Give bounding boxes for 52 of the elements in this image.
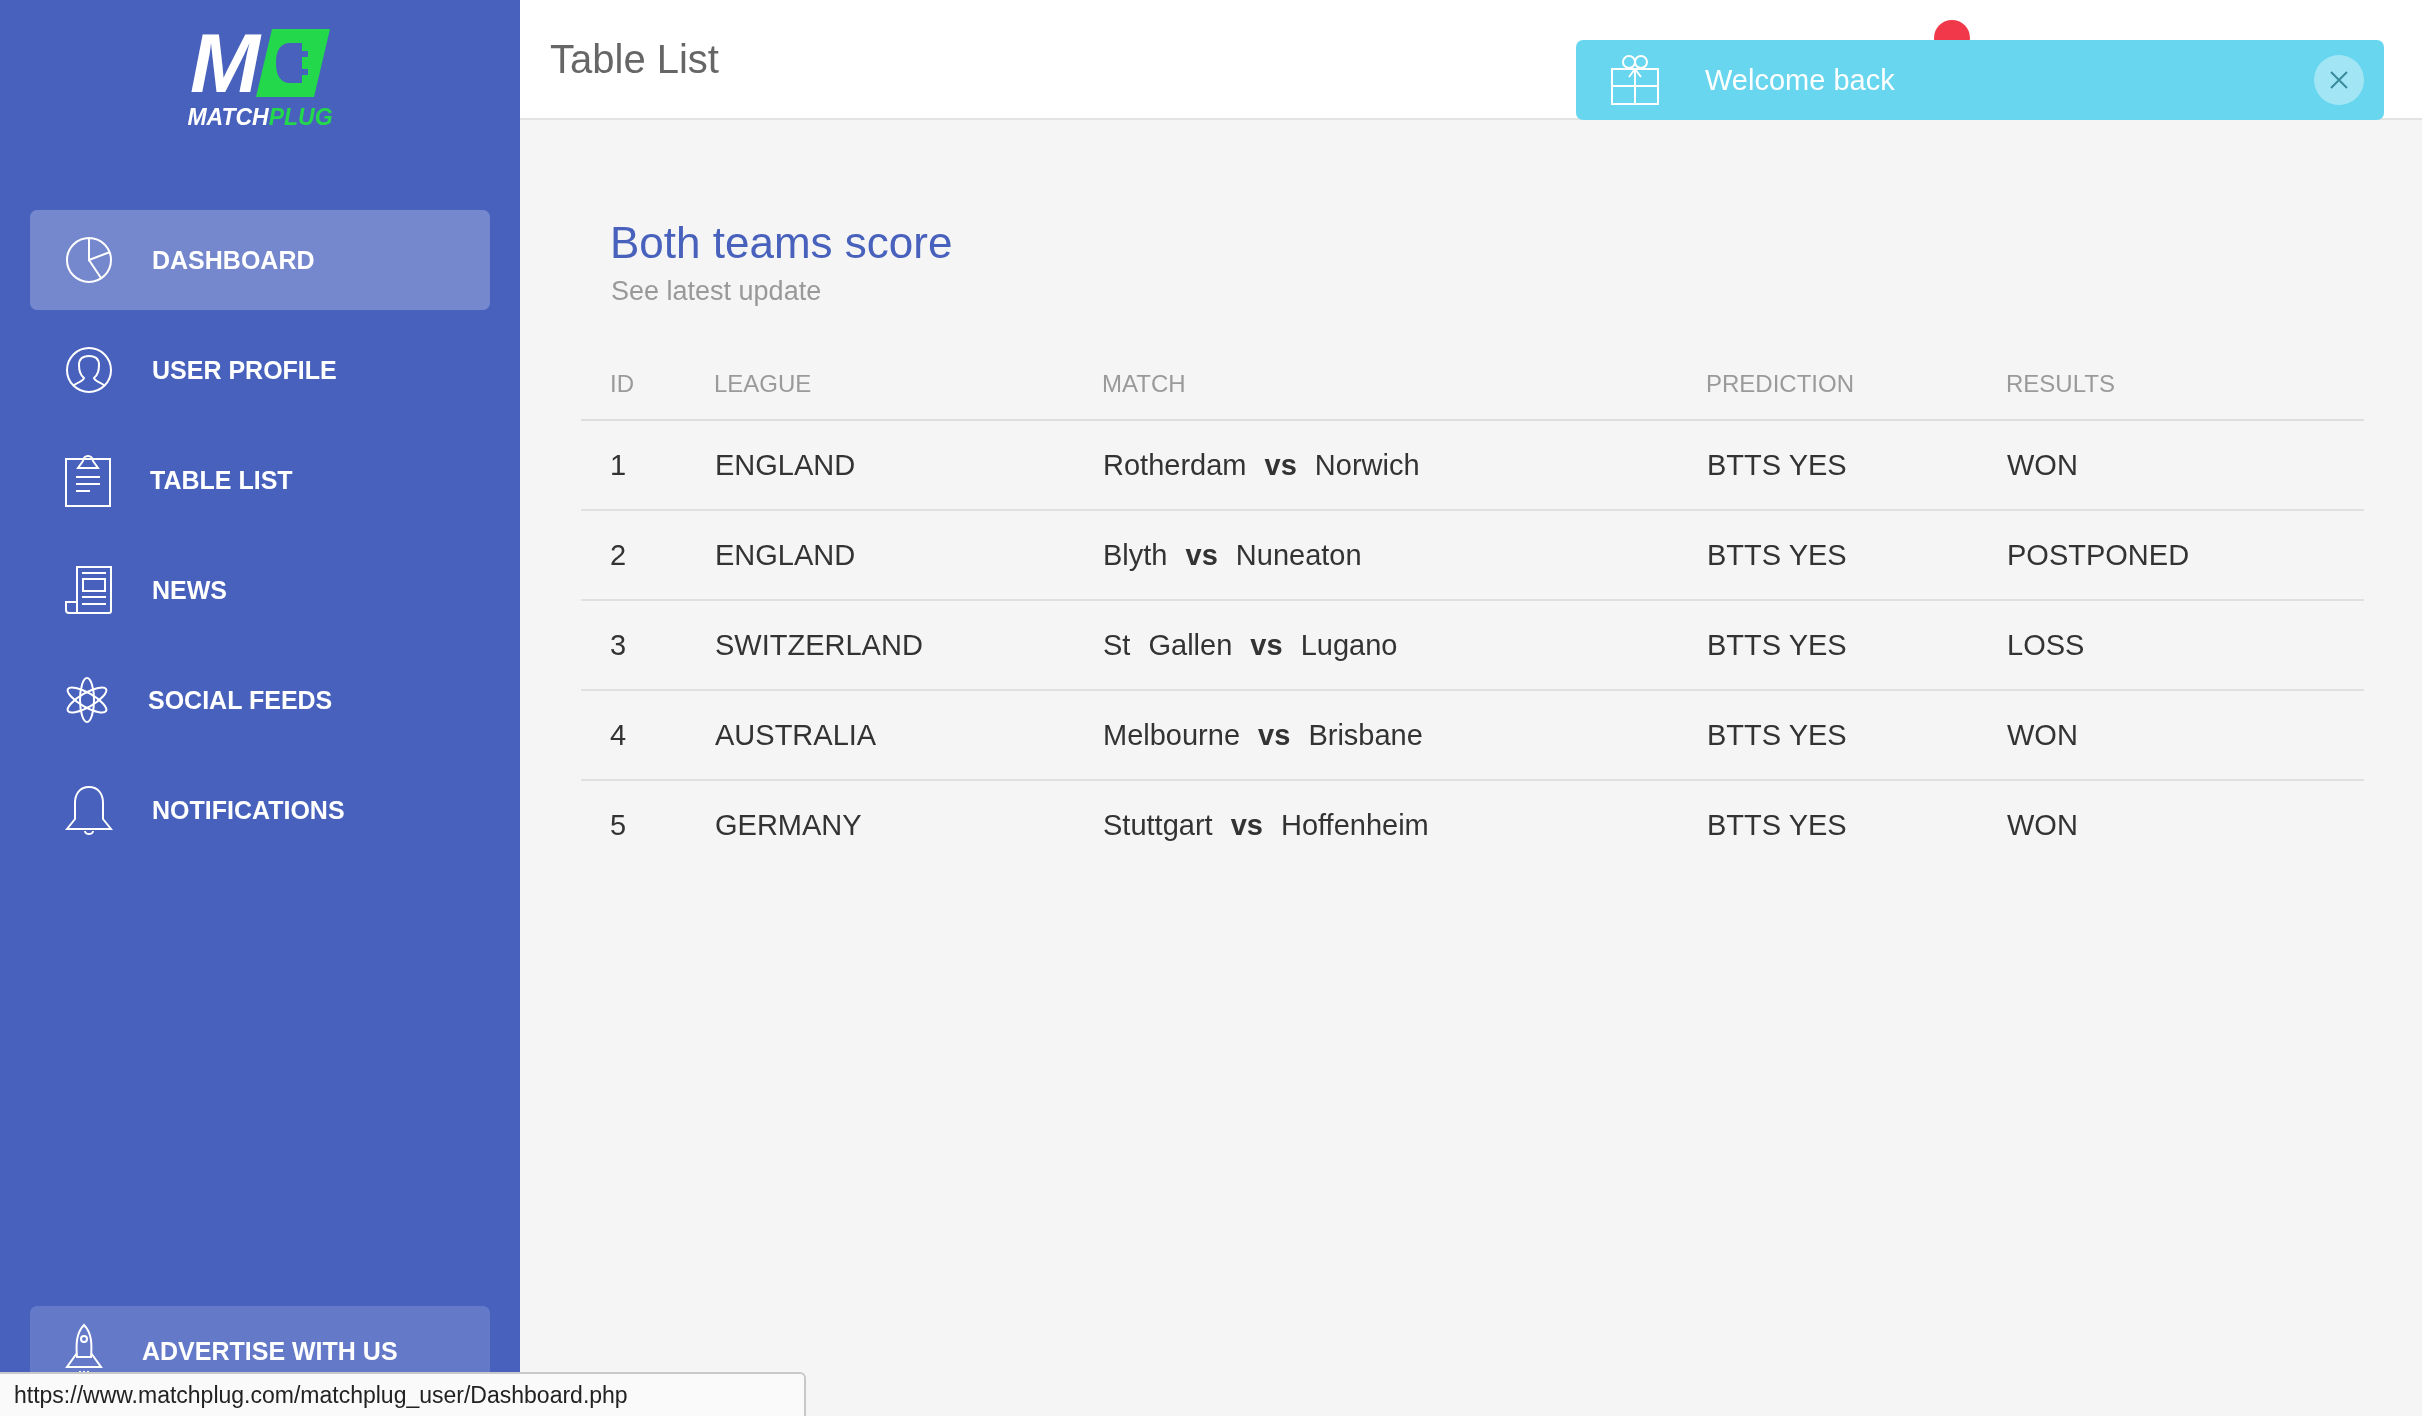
column-header: RESULTS bbox=[2006, 370, 2115, 397]
table-cell: LOSS bbox=[2007, 628, 2085, 661]
table-cell: 5 bbox=[610, 808, 627, 841]
close-icon bbox=[2329, 70, 2349, 90]
column-header: ID bbox=[610, 370, 634, 397]
user-icon bbox=[65, 346, 113, 394]
table-cell: BTTS YES bbox=[1707, 718, 1847, 751]
sidebar-item[interactable]: DASHBOARD bbox=[30, 210, 490, 310]
bell-icon bbox=[65, 784, 113, 836]
column-header: MATCH bbox=[1102, 370, 1186, 397]
link-url-tooltip: https://www.matchplug.com/matchplug_user/Dashboard.php bbox=[0, 1372, 806, 1416]
sidebar-item[interactable]: USER PROFILE bbox=[30, 320, 490, 420]
table-cell: WON bbox=[2007, 448, 2078, 481]
table-cell: GERMANY bbox=[715, 808, 862, 841]
toast-message: Welcome back bbox=[1705, 63, 1896, 97]
logo-wordmark: PLUG bbox=[268, 104, 333, 131]
clipboard-icon bbox=[65, 453, 111, 507]
table-cell: ENGLAND bbox=[715, 538, 856, 571]
page-title: Table List bbox=[550, 36, 719, 82]
sidebar-item[interactable]: TABLE LIST bbox=[30, 430, 490, 530]
table-cell: AUSTRALIA bbox=[715, 718, 877, 751]
table-cell: 1 bbox=[610, 448, 627, 481]
card-title: Both teams score bbox=[610, 218, 954, 268]
table-cell: SWITZERLAND bbox=[715, 628, 923, 661]
table-cell: 3 bbox=[610, 628, 627, 661]
table-cell: BTTS YES bbox=[1707, 538, 1847, 571]
table-cell: Rotherdam vs Norwich bbox=[1103, 448, 1420, 481]
close-button[interactable] bbox=[2314, 55, 2364, 105]
table-cell: Melbourne vs Brisbane bbox=[1103, 718, 1423, 751]
table-cell: ENGLAND bbox=[715, 448, 856, 481]
sidebar-item[interactable]: NEWS bbox=[30, 540, 490, 640]
table-cell: POSTPONED bbox=[2007, 538, 2190, 571]
table-cell: BTTS YES bbox=[1707, 628, 1847, 661]
table-cell: St Gallen vs Lugano bbox=[1103, 628, 1398, 661]
newspaper-icon bbox=[65, 566, 113, 614]
sidebar-item[interactable]: NOTIFICATIONS bbox=[30, 760, 490, 860]
table-cell: BTTS YES bbox=[1707, 448, 1847, 481]
column-header: LEAGUE bbox=[714, 370, 812, 397]
column-header: PREDICTION bbox=[1706, 370, 1854, 397]
table-cell: 2 bbox=[610, 538, 627, 571]
table-cell: Blyth vs Nuneaton bbox=[1103, 538, 1362, 571]
card-subtitle: See latest update bbox=[611, 276, 823, 307]
table-cell: Stuttgart vs Hoffenheim bbox=[1103, 808, 1429, 841]
logo-wordmark: MATCH bbox=[187, 104, 269, 131]
atom-icon bbox=[65, 676, 109, 724]
table-cell: 4 bbox=[610, 718, 627, 751]
table-cell: WON bbox=[2007, 718, 2078, 751]
sidebar-item[interactable]: SOCIAL FEEDS bbox=[30, 650, 490, 750]
gift-icon bbox=[1610, 54, 1660, 106]
table-cell: BTTS YES bbox=[1707, 808, 1847, 841]
table-cell: WON bbox=[2007, 808, 2078, 841]
pie-chart-icon bbox=[65, 236, 113, 284]
